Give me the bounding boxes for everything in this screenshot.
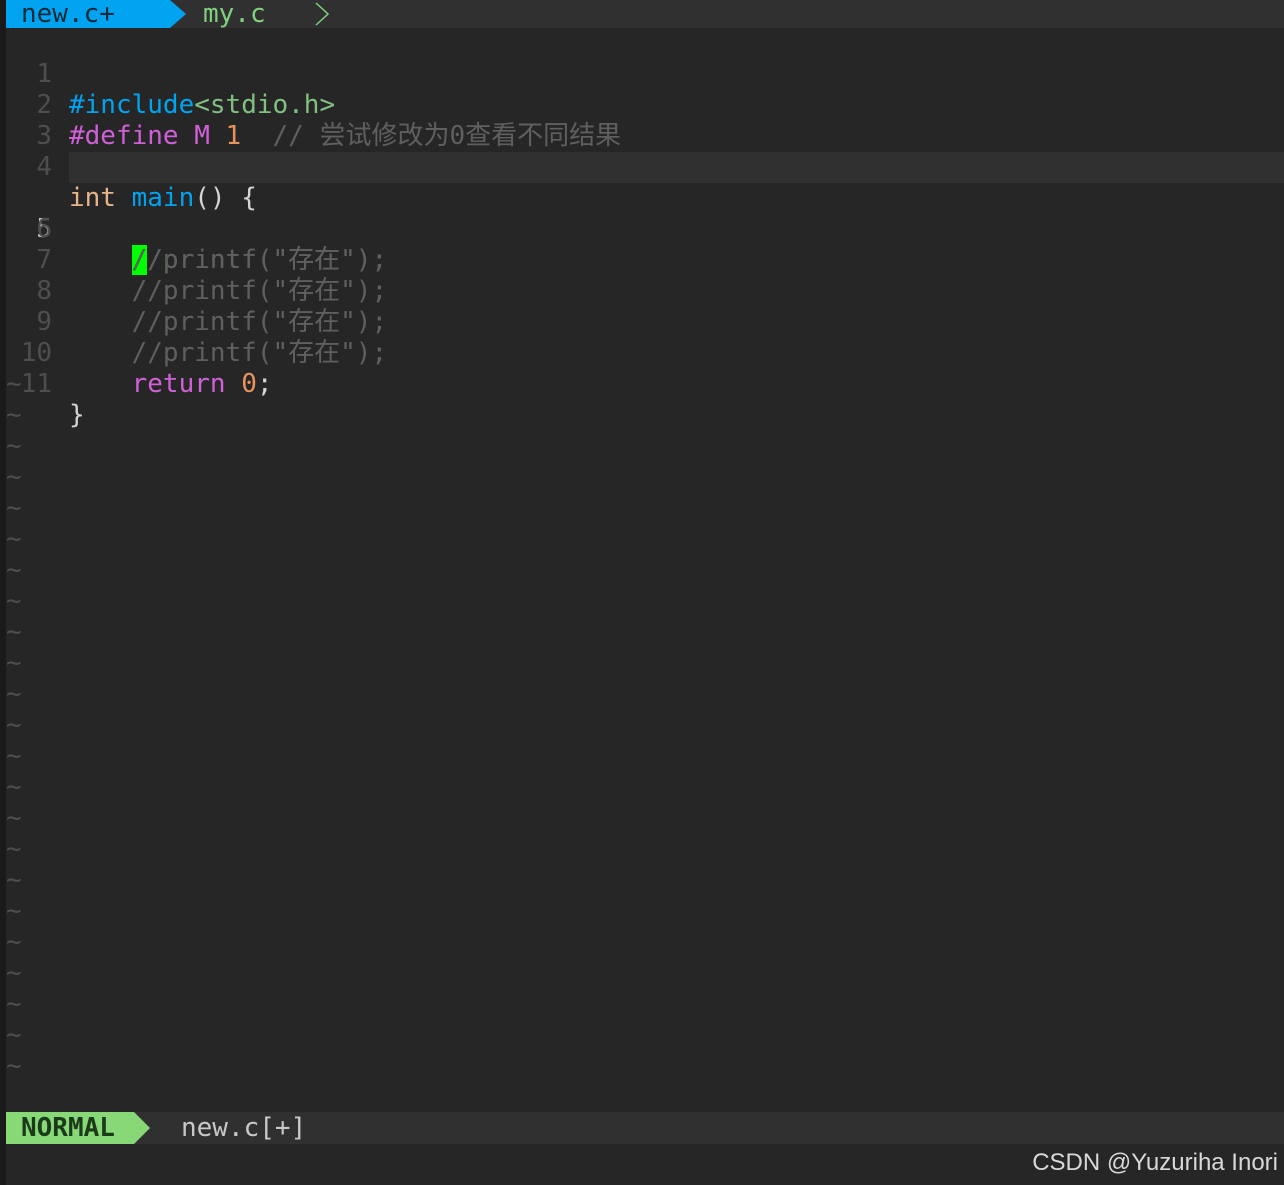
empty-line-tilde: ~ (6, 369, 22, 399)
empty-line-tilde: ~ (6, 927, 22, 957)
code-line[interactable]: 8 //printf("存在"); (6, 245, 1284, 337)
empty-line-tilde: ~ (6, 400, 22, 430)
empty-line-tilde: ~ (6, 834, 22, 864)
code-line[interactable]: 9 //printf("存在"); (6, 276, 1284, 368)
cursorline-highlight (69, 152, 1284, 183)
chevron-right-icon (315, 2, 330, 26)
empty-line-tilde: ~ (6, 710, 22, 740)
tab-active-arrow (170, 0, 186, 28)
code-line-current[interactable]: 5 //printf("存在"); (6, 152, 1284, 275)
tab-my-c[interactable]: my.c (203, 0, 266, 28)
empty-line-tilde: ~ (6, 865, 22, 895)
empty-line-tilde: ~ (6, 431, 22, 461)
mode-indicator: NORMAL (6, 1112, 134, 1144)
tab-new-c[interactable]: new.c+ (6, 0, 170, 28)
empty-line-tilde: ~ (6, 617, 22, 647)
code-line[interactable]: 4 int main() { (6, 121, 1284, 213)
code-line[interactable]: 7 //printf("存在"); (6, 214, 1284, 306)
code-line[interactable]: 11 } (6, 338, 1284, 430)
empty-line-tilde: ~ (6, 741, 22, 771)
empty-line-tilde: ~ (6, 648, 22, 678)
empty-line-tilde: ~ (6, 896, 22, 926)
code-line[interactable]: 1 #include<stdio.h> (6, 28, 1284, 120)
code-line[interactable]: 10 return 0; (6, 307, 1284, 399)
empty-line-tilde: ~ (6, 586, 22, 616)
empty-line-tilde: ~ (6, 462, 22, 492)
tabline: new.c+ my.c (6, 0, 1284, 28)
statusline: NORMAL new.c[+] (6, 1112, 1284, 1144)
watermark: CSDN @Yuzuriha Inori (1032, 1149, 1278, 1176)
status-filename: new.c[+] (181, 1113, 307, 1143)
empty-line-tilde: ~ (6, 958, 22, 988)
empty-line-tilde: ~ (6, 1051, 22, 1081)
line-text: return 0; (131, 369, 273, 399)
line-text: } (69, 400, 85, 430)
mode-arrow (134, 1112, 150, 1144)
empty-line-tilde: ~ (6, 493, 22, 523)
empty-line-tilde: ~ (6, 803, 22, 833)
code-line[interactable]: 2 #define M 1 // 尝试修改为0查看不同结果 (6, 59, 1284, 151)
empty-line-tilde: ~ (6, 679, 22, 709)
empty-line-tilde: ~ (6, 524, 22, 554)
empty-line-tilde: ~ (6, 772, 22, 802)
code-line[interactable]: 3 (6, 90, 1284, 151)
code-line[interactable]: 6 //printf("存在"); (6, 183, 1284, 275)
empty-line-tilde: ~ (6, 1020, 22, 1050)
empty-line-tilde: ~ (6, 989, 22, 1019)
empty-line-tilde: ~ (6, 555, 22, 585)
